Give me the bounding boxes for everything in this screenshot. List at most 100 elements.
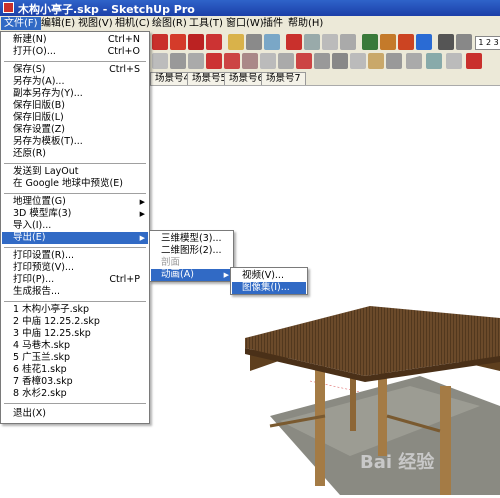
menu-view[interactable]: 视图(V) — [75, 17, 116, 30]
freehand-icon[interactable] — [206, 53, 222, 69]
components-icon[interactable] — [362, 34, 378, 50]
menu-draw[interactable]: 绘图(R) — [149, 17, 190, 30]
app-icon — [3, 2, 14, 13]
scene-tabs: 场景号4 场景号5 场景号6 场景号7 — [150, 71, 500, 86]
submenu-arrow-icon: ▶ — [139, 234, 145, 242]
separator — [4, 61, 146, 62]
menu-item-save-copy-as[interactable]: 副本另存为(Y)... — [2, 88, 148, 100]
separator — [4, 247, 146, 248]
arc-icon[interactable] — [188, 53, 204, 69]
pavilion-model — [245, 306, 500, 495]
title-bar: 木构小亭子.skp - SketchUp Pro — [0, 0, 500, 16]
export-submenu: 三维模型(3)... 二维图形(2)... 剖面 动画(A) ▶ — [149, 230, 234, 282]
submenu-arrow-icon: ▶ — [139, 210, 145, 218]
circle-icon[interactable] — [242, 53, 258, 69]
line-icon[interactable] — [170, 53, 186, 69]
menu-item-save[interactable]: 保存(S) Ctrl+S — [2, 64, 148, 76]
orbit-icon[interactable] — [152, 34, 168, 50]
lookaround-icon[interactable] — [446, 53, 462, 69]
materials-icon[interactable] — [380, 34, 396, 50]
zoom-window-icon[interactable] — [340, 34, 356, 50]
rectangle-icon[interactable] — [224, 53, 240, 69]
menu-edit[interactable]: 编辑(E) — [38, 17, 78, 30]
menu-item-export-animation[interactable]: 动画(A) ▶ — [151, 269, 232, 281]
menu-item-print-setup[interactable]: 打印设置(R)... — [2, 250, 148, 262]
menu-item-save-legacy-2[interactable]: 保存旧版(L) — [2, 112, 148, 124]
recent-file-3[interactable]: 3 中庙 12.25.skp — [2, 328, 148, 340]
section-icon[interactable] — [426, 53, 442, 69]
submenu-arrow-icon: ▶ — [223, 271, 229, 279]
walk-icon[interactable] — [456, 34, 472, 50]
menu-item-save-as[interactable]: 另存为(A)... — [2, 76, 148, 88]
scale-icon[interactable] — [332, 53, 348, 69]
menu-item-print-preview[interactable]: 打印预览(V)... — [2, 262, 148, 274]
paint-icon[interactable] — [368, 53, 384, 69]
recent-file-7[interactable]: 7 香樟03.skp — [2, 376, 148, 388]
tape-icon[interactable] — [228, 34, 244, 50]
menu-camera[interactable]: 相机(C) — [112, 17, 153, 30]
recent-file-2[interactable]: 2 中庙 12.25.2.skp — [2, 316, 148, 328]
menu-item-export-image-set[interactable]: 图像集(I)... — [232, 282, 306, 294]
separator — [4, 163, 146, 164]
eraser-icon[interactable] — [406, 53, 422, 69]
dimension-icon[interactable] — [350, 53, 366, 69]
submenu-arrow-icon: ▶ — [139, 198, 145, 206]
hand-icon[interactable] — [304, 34, 320, 50]
tab-scene-7[interactable]: 场景号7 — [261, 72, 306, 85]
recent-file-1[interactable]: 1 木构小亭子.skp — [2, 304, 148, 316]
menu-item-import[interactable]: 导入(I)... — [2, 220, 148, 232]
menu-item-3d-warehouse[interactable]: 3D 模型库(3) ▶ — [2, 208, 148, 220]
polygon-icon[interactable] — [260, 53, 276, 69]
menu-plugins[interactable]: 插件 — [260, 17, 286, 30]
menu-item-new[interactable]: 新建(N) Ctrl+N — [2, 34, 148, 46]
pushpull-icon[interactable] — [278, 53, 294, 69]
recent-file-4[interactable]: 4 马巷木.skp — [2, 340, 148, 352]
recent-file-5[interactable]: 5 广玉兰.skp — [2, 352, 148, 364]
zoom-icon[interactable] — [322, 34, 338, 50]
recent-file-6[interactable]: 6 桂花1.skp — [2, 364, 148, 376]
menu-item-send-to-layout[interactable]: 发送到 LayOut — [2, 166, 148, 178]
menu-tools[interactable]: 工具(T) — [186, 17, 226, 30]
menu-item-export[interactable]: 导出(E) ▶ — [2, 232, 148, 244]
camera-icon[interactable] — [438, 34, 454, 50]
menu-help[interactable]: 帮助(H) — [285, 17, 326, 30]
recent-file-8[interactable]: 8 水杉2.skp — [2, 388, 148, 400]
menu-item-preview-google-earth[interactable]: 在 Google 地球中预览(E) — [2, 178, 148, 190]
menu-item-export-3d-model[interactable]: 三维模型(3)... — [151, 233, 232, 245]
menu-item-export-video[interactable]: 视频(V)... — [232, 270, 306, 282]
menu-bar: 文件(F) 编辑(E) 视图(V) 相机(C) 绘图(R) 工具(T) 窗口(W… — [0, 16, 500, 32]
menu-item-save-as-template[interactable]: 另存为模板(T)... — [2, 136, 148, 148]
animation-submenu: 视频(V)... 图像集(I)... — [230, 267, 308, 295]
menu-item-save-legacy[interactable]: 保存旧版(B) — [2, 100, 148, 112]
ruby-icon[interactable] — [466, 53, 482, 69]
menu-item-geo-location[interactable]: 地理位置(G) ▶ — [2, 196, 148, 208]
extension-icon[interactable] — [416, 34, 432, 50]
menu-item-revert[interactable]: 还原(R) — [2, 148, 148, 160]
menu-item-open[interactable]: 打开(O)... Ctrl+O — [2, 46, 148, 58]
menu-item-save-settings[interactable]: 保存设置(Z) — [2, 124, 148, 136]
followme-icon[interactable] — [296, 53, 312, 69]
separator — [4, 301, 146, 302]
menu-file[interactable]: 文件(F) — [1, 17, 41, 30]
window-title: 木构小亭子.skp - SketchUp Pro — [18, 3, 195, 16]
menu-item-export-2d-graphic[interactable]: 二维图形(2)... — [151, 245, 232, 257]
separator — [4, 193, 146, 194]
menu-item-exit[interactable]: 退出(X) — [2, 408, 148, 420]
rotate-icon[interactable] — [206, 34, 222, 50]
menu-item-generate-report[interactable]: 生成报告... — [2, 286, 148, 298]
menu-item-export-section: 剖面 — [161, 257, 181, 268]
axes-icon[interactable] — [264, 34, 280, 50]
toolbar: 1 2 3 — [150, 31, 500, 71]
offset-icon[interactable] — [314, 53, 330, 69]
scale-field[interactable]: 1 2 3 — [475, 36, 500, 50]
move-icon[interactable] — [188, 34, 204, 50]
file-menu: 新建(N) Ctrl+N 打开(O)... Ctrl+O 保存(S) Ctrl+S 另… — [0, 31, 150, 424]
pan-icon[interactable] — [170, 34, 186, 50]
text-icon[interactable] — [246, 34, 262, 50]
select-icon[interactable] — [152, 53, 168, 69]
model-viewport[interactable]: Bai 经验 — [150, 86, 500, 495]
warehouse-icon[interactable] — [398, 34, 414, 50]
orbit-tool-icon[interactable] — [286, 34, 302, 50]
menu-item-print[interactable]: 打印(P)... Ctrl+P — [2, 274, 148, 286]
protractor-icon[interactable] — [386, 53, 402, 69]
